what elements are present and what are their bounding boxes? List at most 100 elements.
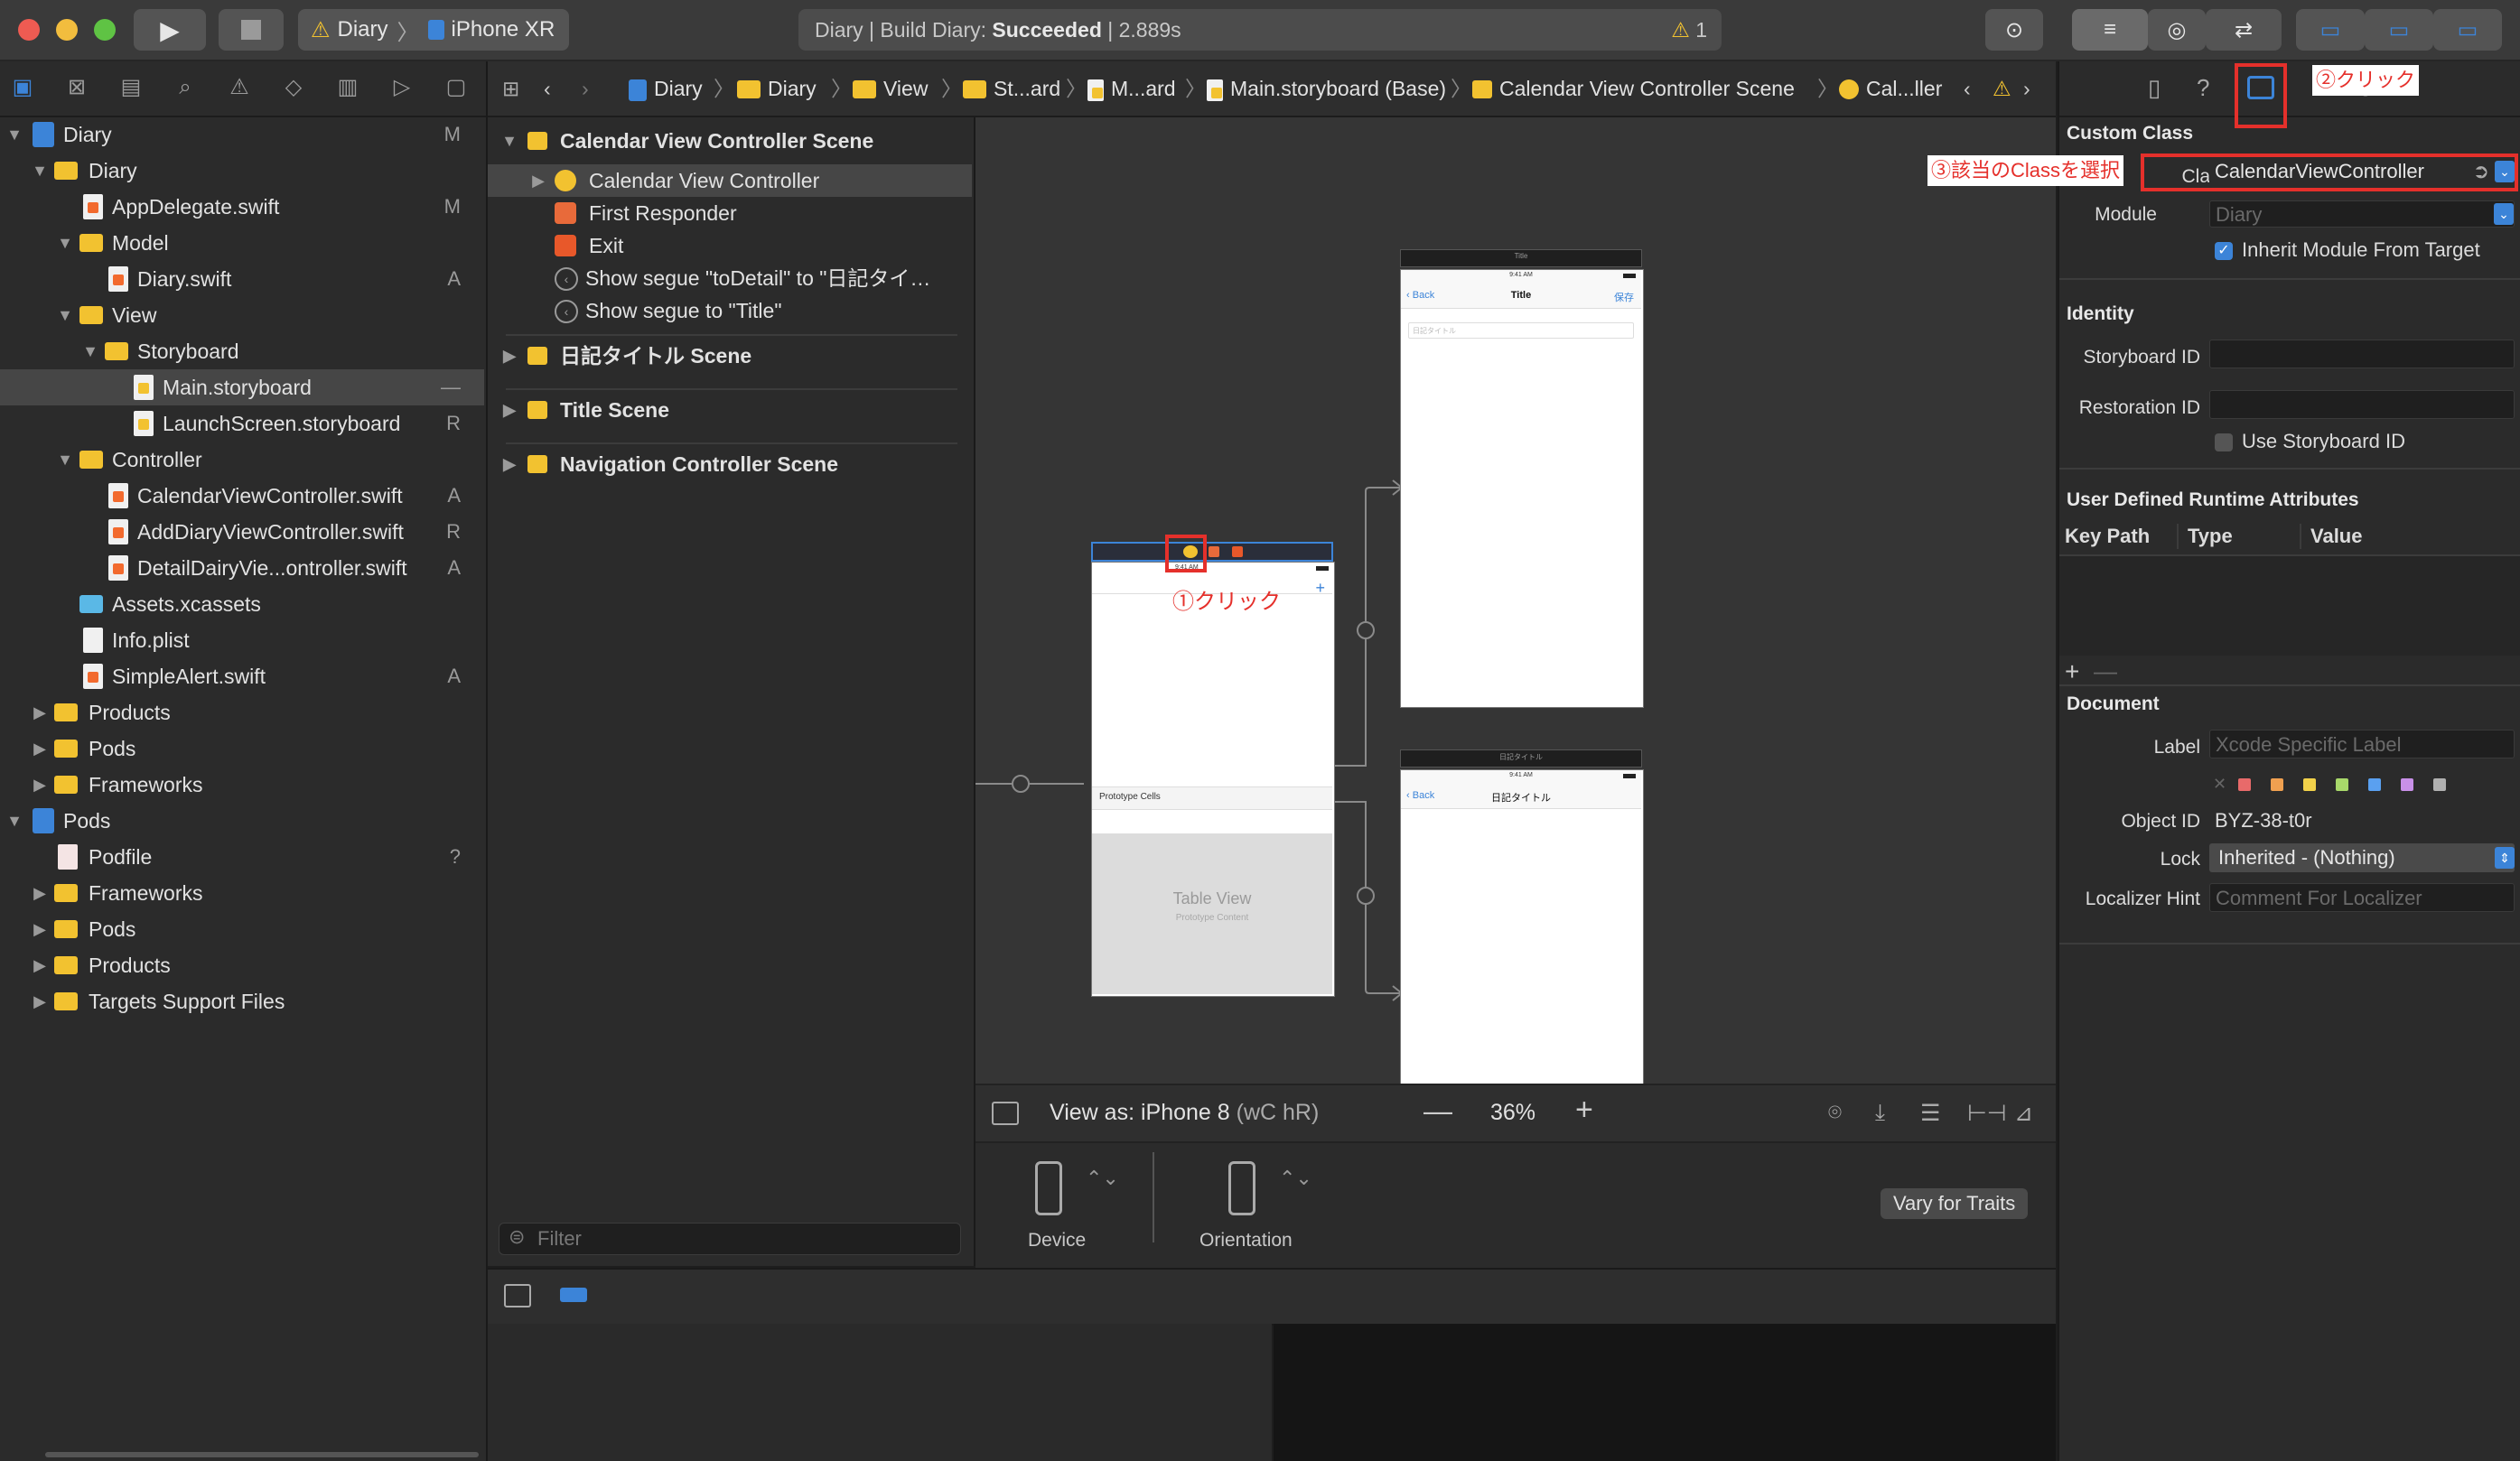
debug-icon[interactable]: ▥	[334, 74, 361, 101]
tree-row-group[interactable]: ▶ Frameworks	[0, 875, 484, 911]
disclosure-closed-icon[interactable]: ▶	[31, 947, 49, 983]
hide-debug-icon[interactable]	[504, 1284, 531, 1307]
breadcrumb-group[interactable]: Diary	[737, 61, 817, 116]
disclosure-closed-icon[interactable]: ▶	[31, 875, 49, 911]
outline-scene-title[interactable]: ▶ Title Scene	[488, 394, 972, 426]
zoom-out-button[interactable]: —	[1423, 1094, 1452, 1128]
tree-row-file[interactable]: SimpleAlert.swift A	[0, 658, 484, 694]
next-issue-icon[interactable]: ›	[2023, 61, 2030, 116]
tree-row-file[interactable]: Podfile ?	[0, 839, 484, 875]
tree-row-group[interactable]: ▶ Targets Support Files	[0, 983, 484, 1019]
label-color-swatch[interactable]	[2336, 778, 2348, 791]
storyboard-id-field[interactable]	[2209, 340, 2515, 368]
label-color-swatch[interactable]	[2271, 778, 2283, 791]
report-icon[interactable]: ▢	[443, 74, 470, 101]
breakpoints-toggle-icon[interactable]	[560, 1288, 587, 1302]
label-color-swatch[interactable]	[2368, 778, 2381, 791]
breadcrumb-project[interactable]: Diary	[629, 61, 703, 116]
tree-row-group[interactable]: ▼ View	[0, 297, 484, 333]
vary-for-traits-button[interactable]: Vary for Traits	[1881, 1188, 2029, 1219]
toggle-navigator-button[interactable]: ▭	[2296, 9, 2365, 51]
breadcrumb-scene[interactable]: Calendar View Controller Scene	[1472, 61, 1795, 116]
remove-attribute-button[interactable]: —	[2094, 657, 2117, 685]
toggle-debug-button[interactable]: ▭	[2365, 9, 2433, 51]
tree-row-group[interactable]: ▶ Products	[0, 947, 484, 983]
align-icon[interactable]: ☰	[1920, 1100, 1940, 1127]
outline-item-segue[interactable]: ‹ Show segue to "Title"	[488, 294, 972, 327]
tree-row-group[interactable]: ▼ Diary	[0, 153, 484, 189]
label-color-swatch[interactable]	[2238, 778, 2251, 791]
toggle-inspector-button[interactable]: ▭	[2433, 9, 2502, 51]
tree-row-file-selected[interactable]: Main.storyboard —	[0, 369, 484, 405]
breadcrumb-file-base[interactable]: Main.storyboard (Base)	[1207, 61, 1446, 116]
tree-row-file[interactable]: Assets.xcassets	[0, 586, 484, 622]
lock-popup[interactable]: Inherited - (Nothing) ⇕	[2209, 843, 2515, 872]
disclosure-open-icon[interactable]: ▼	[81, 333, 99, 369]
add-icon[interactable]: +	[1315, 579, 1325, 598]
help-inspector-icon[interactable]: ?	[2197, 74, 2209, 102]
warning-icon[interactable]: ⚠	[1993, 61, 2011, 116]
tree-row-group[interactable]: ▶ Pods	[0, 730, 484, 767]
outline-item-segue[interactable]: ‹ Show segue "toDetail" to "日記タイ…	[488, 262, 972, 294]
disclosure-closed-icon[interactable]: ▶	[500, 340, 518, 372]
disclosure-closed-icon[interactable]: ▶	[500, 448, 518, 480]
outline-filter-input[interactable]: ⊜ Filter	[499, 1223, 961, 1255]
close-window-button[interactable]	[18, 19, 40, 41]
stop-button[interactable]	[219, 9, 284, 51]
device-phone-icon[interactable]	[1035, 1161, 1062, 1215]
tree-row-project[interactable]: ▼ Pods	[0, 803, 484, 839]
save-button[interactable]: 保存	[1614, 290, 1634, 304]
view-as-label[interactable]: View as: iPhone 8 (wC hR)	[1050, 1100, 1319, 1126]
disclosure-open-icon[interactable]: ▼	[5, 116, 23, 153]
disclosure-closed-icon[interactable]: ▶	[529, 164, 547, 197]
localizer-hint-field[interactable]: Comment For Localizer	[2209, 883, 2515, 912]
zoom-window-button[interactable]	[94, 19, 116, 41]
outline-item-exit[interactable]: Exit	[488, 229, 972, 262]
disclosure-closed-icon[interactable]: ▶	[31, 767, 49, 803]
back-arrow-icon[interactable]: ‹	[544, 61, 551, 116]
orientation-phone-icon[interactable]	[1228, 1161, 1255, 1215]
source-control-icon[interactable]: ⊠	[63, 74, 90, 101]
navigator-scrollbar[interactable]	[45, 1452, 479, 1457]
stepper-icon[interactable]: ⌃⌄	[1086, 1167, 1119, 1190]
standard-editor-button[interactable]: ≡	[2072, 9, 2148, 51]
assistant-editor-button[interactable]: ◎	[2148, 9, 2206, 51]
label-color-swatch[interactable]	[2401, 778, 2413, 791]
column-key-path[interactable]: Key Path	[2065, 518, 2150, 554]
related-items-icon[interactable]: ⊞	[502, 61, 519, 116]
first-responder-dock-icon[interactable]	[1209, 546, 1219, 557]
add-attribute-button[interactable]: +	[2065, 657, 2079, 686]
disclosure-open-icon[interactable]: ▼	[56, 225, 74, 261]
resolve-issues-icon[interactable]: ⊿	[2014, 1100, 2033, 1127]
document-label-field[interactable]: Xcode Specific Label	[2209, 730, 2515, 758]
column-value[interactable]: Value	[2310, 518, 2362, 554]
tree-row-group[interactable]: ▼ Storyboard	[0, 333, 484, 369]
label-color-swatch[interactable]	[2433, 778, 2446, 791]
symbol-icon[interactable]: ▤	[117, 74, 145, 101]
embed-in-icon[interactable]: ⤓	[1875, 1100, 1885, 1126]
tree-row-group[interactable]: ▼ Model	[0, 225, 484, 261]
disclosure-closed-icon[interactable]: ▶	[500, 394, 518, 426]
outline-item-view-controller[interactable]: ▶ Calendar View Controller	[488, 164, 972, 197]
storyboard-canvas[interactable]: 9:41 AM + Prototype Cells Table View Pro…	[975, 117, 2056, 1084]
outline-scene-calendar[interactable]: ▼ Calendar View Controller Scene	[488, 125, 972, 157]
disclosure-open-icon[interactable]: ▼	[56, 297, 74, 333]
use-storyboard-id-checkbox[interactable]	[2215, 433, 2233, 451]
minimize-window-button[interactable]	[56, 19, 78, 41]
tree-row-group[interactable]: ▼ Controller	[0, 442, 484, 478]
outline-scene-navigation[interactable]: ▶ Navigation Controller Scene	[488, 448, 972, 480]
outline-item-first-responder[interactable]: First Responder	[488, 197, 972, 229]
test-icon[interactable]: ◇	[280, 74, 307, 101]
disclosure-closed-icon[interactable]: ▶	[31, 911, 49, 947]
outline-toggle-icon[interactable]	[992, 1102, 1019, 1125]
tree-row-project[interactable]: ▼ Diary M	[0, 116, 484, 153]
disclosure-open-icon[interactable]: ▼	[500, 125, 518, 157]
version-editor-button[interactable]: ⇄	[2206, 9, 2282, 51]
pin-icon[interactable]: ⊢⊣	[1967, 1100, 2007, 1127]
inherit-module-checkbox[interactable]: ✓	[2215, 242, 2233, 260]
breadcrumb-group[interactable]: View	[853, 61, 928, 116]
chevron-down-icon[interactable]: ⌄	[2494, 203, 2514, 225]
title-scene-frame[interactable]: 9:41 AM ‹ Back Title 保存 日記タイトル	[1400, 269, 1644, 708]
issue-icon[interactable]: ⚠	[226, 74, 253, 101]
restoration-id-field[interactable]	[2209, 390, 2515, 419]
